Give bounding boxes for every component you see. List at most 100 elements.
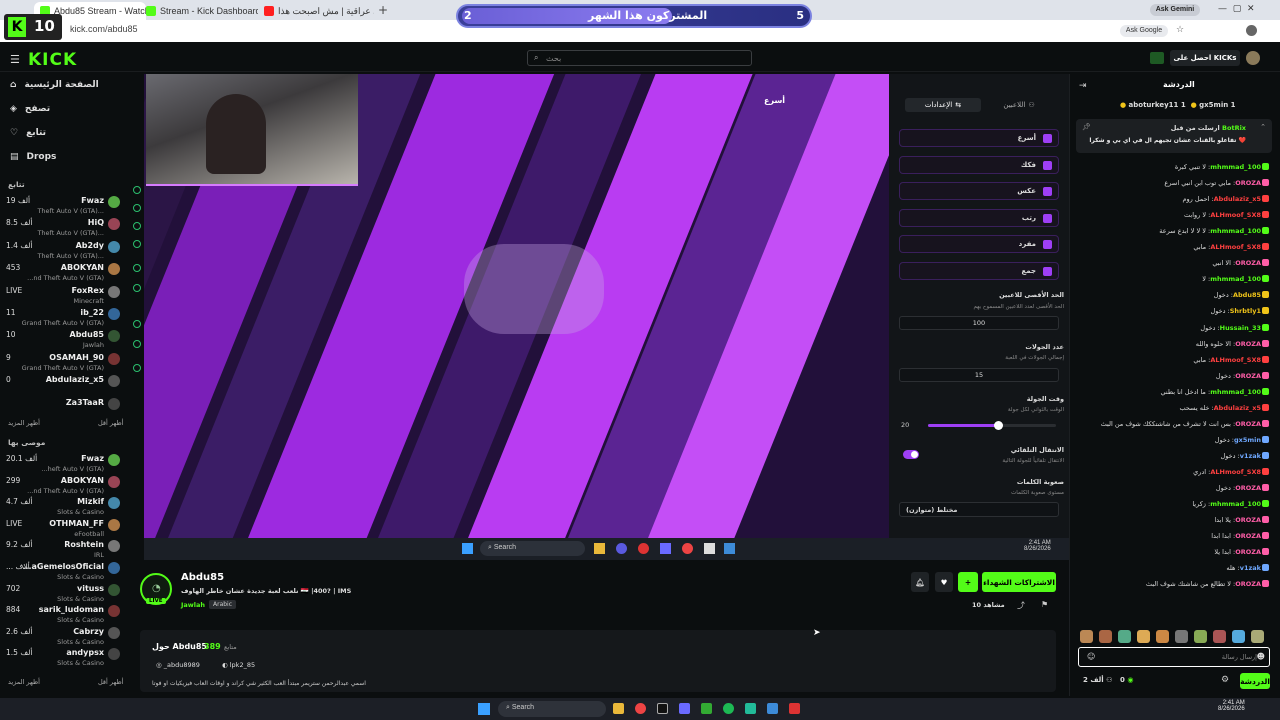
tab-kick-dashboard[interactable]: Stream - Kick Dashboard <box>140 2 258 20</box>
chat-username[interactable]: v1zak <box>1240 564 1261 572</box>
rounds-input[interactable]: 15 <box>899 368 1059 382</box>
chat-username[interactable]: mhmmad_100 <box>1210 163 1261 171</box>
show-less-recommended[interactable]: أظهر أقل <box>98 678 123 686</box>
search-input[interactable]: ⌕ بحث <box>527 50 752 66</box>
chat-message[interactable]: احمل روم :Abdulaziz_x5 <box>1079 195 1269 209</box>
emote-icon[interactable] <box>1232 630 1245 643</box>
chat-username[interactable]: OROZA <box>1235 340 1261 348</box>
collapse-chat-icon[interactable]: ⇥ <box>1079 81 1087 91</box>
chat-message[interactable]: لا روابت :ALHmoof_SX8 <box>1079 211 1269 225</box>
window-controls[interactable]: — ▢ ✕ <box>1218 4 1255 14</box>
windows-start-icon[interactable] <box>478 703 490 715</box>
chat-message[interactable]: ابدا ابدا :OROZA <box>1079 532 1269 546</box>
emote-icon[interactable] <box>1080 630 1093 643</box>
auto-next-toggle[interactable] <box>903 450 919 459</box>
emote-icon[interactable] <box>1213 630 1226 643</box>
chat-username[interactable]: v1zak <box>1240 452 1261 460</box>
chat-username[interactable]: OROZA <box>1235 580 1261 588</box>
menu-icon[interactable]: ☰ <box>10 53 20 66</box>
chat-input[interactable]: ☺ إرسال رسالة ☻ <box>1078 647 1270 667</box>
profile-avatar[interactable] <box>1246 25 1257 36</box>
app-icon[interactable] <box>657 703 668 714</box>
nav-following[interactable]: ♡ تتابع <box>10 128 46 138</box>
chat-message[interactable]: دخول :Abdu85 <box>1079 291 1269 305</box>
chat-username[interactable]: mhmmad_100 <box>1210 388 1261 396</box>
kick-app-icon[interactable] <box>701 703 712 714</box>
emote-icon[interactable] <box>1137 630 1150 643</box>
chat-username[interactable]: mhmmad_100 <box>1210 227 1261 235</box>
rail-icon[interactable] <box>133 340 141 348</box>
chat-message[interactable]: دخول :v1zak <box>1079 451 1269 466</box>
nav-home[interactable]: ⌂ الصفحة الرئيسية <box>10 80 99 90</box>
mode-checkbox[interactable]: أسرع <box>899 129 1059 147</box>
chat-username[interactable]: gx5min <box>1234 436 1261 444</box>
spotify-icon[interactable] <box>723 703 734 714</box>
chat-username[interactable]: OROZA <box>1235 372 1261 380</box>
file-explorer-icon[interactable] <box>613 703 624 714</box>
tab-players[interactable]: اللاعبين ⚇ <box>985 98 1053 112</box>
chat-message[interactable]: مابي :ALHmoof_SX8 <box>1079 243 1269 257</box>
url-field[interactable]: kick.com/abdu85 <box>70 24 138 38</box>
rail-icon[interactable] <box>133 240 141 248</box>
chat-username[interactable]: ALHmoof_SX8 <box>1210 468 1261 476</box>
chat-message[interactable]: لا :mhmmad_100 <box>1079 275 1269 289</box>
emote-icon[interactable] <box>1118 630 1131 643</box>
emote-icon[interactable] <box>1099 630 1112 643</box>
pinned-message[interactable]: ارسلت من قبل BotRix تفاعلو بالقنات عشان … <box>1076 119 1272 153</box>
chat-message[interactable]: دخول :Shrbtly1 <box>1079 307 1269 321</box>
chat-username[interactable]: OROZA <box>1235 548 1261 556</box>
chat-username[interactable]: ALHmoof_SX8 <box>1210 211 1261 219</box>
show-less-following[interactable]: أظهر أقل <box>98 419 123 427</box>
subscribe-button[interactable]: الاشتراكات الشهداء <box>982 572 1056 592</box>
ask-gemini-button[interactable]: Ask Gemini <box>1150 4 1200 16</box>
ask-google-button[interactable]: Ask Google <box>1120 25 1168 37</box>
mode-checkbox[interactable]: رتب <box>899 208 1059 227</box>
chat-message[interactable]: بس انت لا تشرف من شاشتككك شوف من البث :O… <box>1079 419 1269 434</box>
show-more-following[interactable]: أظهر المزيد <box>8 419 40 427</box>
mode-checkbox[interactable]: مفرد <box>899 235 1059 254</box>
instagram-link[interactable]: ◎ _abdu8989 <box>156 661 200 669</box>
chat-settings-gear-icon[interactable]: ⚙ <box>1221 675 1229 685</box>
nav-browse[interactable]: ◈ تصفح <box>10 104 50 114</box>
chat-username[interactable]: Abdulaziz_x5 <box>1214 404 1261 412</box>
difficulty-select[interactable]: مختلط (متوازن) <box>899 502 1059 517</box>
chat-send-button[interactable]: الدردشة <box>1240 673 1270 689</box>
tab-youtube[interactable]: اغاني عراقية | مش اصبحت هذا <box>258 2 374 20</box>
bookmark-star-icon[interactable]: ☆ <box>1176 25 1184 35</box>
sidebar-channel-za3taar[interactable]: Za3TaaR <box>6 396 120 422</box>
chat-username[interactable]: Abdu85 <box>1233 291 1261 299</box>
chat-message[interactable]: هله :v1zak <box>1079 564 1269 578</box>
language-tag[interactable]: Arabic <box>209 600 237 609</box>
chat-message[interactable]: يلا ابدا :OROZA <box>1079 516 1269 530</box>
report-icon[interactable]: ⚑ <box>1041 600 1048 609</box>
chat-username[interactable]: OROZA <box>1235 532 1261 540</box>
chat-message[interactable]: لا لا لا ابدع سرعة :mhmmad_100 <box>1079 227 1269 241</box>
app-icon[interactable] <box>789 703 800 714</box>
notify-bell-icon[interactable]: 🔔︎ <box>911 572 929 592</box>
chat-username[interactable]: OROZA <box>1235 259 1261 267</box>
channel-name[interactable]: Abdu85 <box>181 572 224 583</box>
chat-message[interactable]: لا تطالع من شاشتك شوف البث :OROZA <box>1079 580 1269 594</box>
chat-username[interactable]: ALHmoof_SX8 <box>1210 356 1261 364</box>
show-more-recommended[interactable]: أظهر المزيد <box>8 678 40 686</box>
chat-message[interactable]: مابي توب ابن انبي اسرع :OROZA <box>1079 179 1269 193</box>
chat-message[interactable]: زكريا :mhmmad_100 <box>1079 500 1269 514</box>
chat-username[interactable]: Shrbtly1 <box>1230 307 1261 315</box>
chevron-up-icon[interactable]: ⌃ <box>1260 123 1266 131</box>
rail-icon[interactable] <box>133 284 141 292</box>
rail-icon[interactable] <box>133 222 141 230</box>
emote-icon[interactable] <box>1251 630 1264 643</box>
emote-icon[interactable] <box>1194 630 1207 643</box>
app-icon[interactable] <box>745 703 756 714</box>
user-avatar[interactable] <box>1246 51 1260 65</box>
kick-logo[interactable]: KICK <box>28 50 77 70</box>
max-players-input[interactable]: 100 <box>899 316 1059 330</box>
rail-icon[interactable] <box>133 186 141 194</box>
chat-message[interactable]: دخول :gx5min <box>1079 435 1269 450</box>
gift-icon[interactable] <box>1150 52 1164 64</box>
chat-username[interactable]: mhmmad_100 <box>1210 275 1261 283</box>
rail-icon[interactable] <box>133 264 141 272</box>
sidebar-channel-andypsx[interactable]: 1.5 ألف andypsx Slots & Casino <box>6 646 120 672</box>
chat-username[interactable]: Abdulaziz_x5 <box>1214 195 1261 203</box>
chat-message[interactable]: الا انبي :OROZA <box>1079 259 1269 273</box>
